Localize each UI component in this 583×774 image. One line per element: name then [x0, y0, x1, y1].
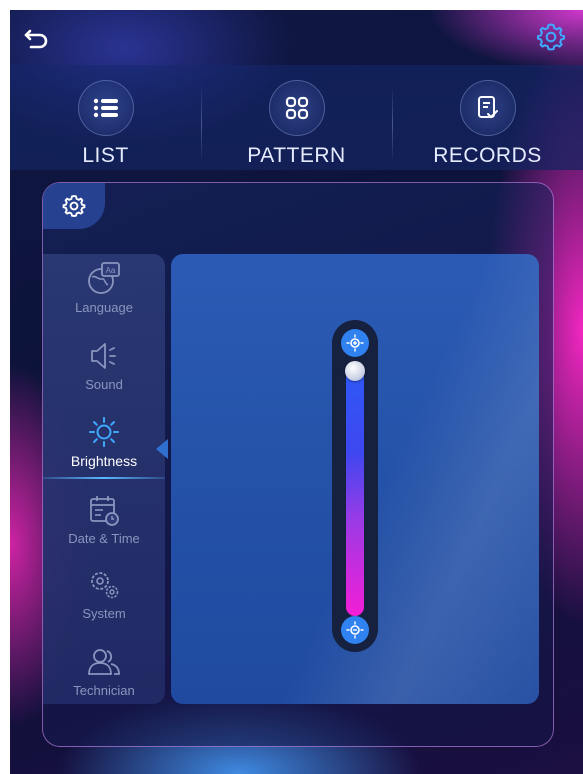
- brightness-down-icon: [346, 621, 364, 639]
- language-icon: Aa: [85, 260, 123, 298]
- main-tab-bar: LIST PATTERN RECORDS: [10, 65, 583, 170]
- sidebar-item-language[interactable]: Aa Language: [43, 256, 165, 331]
- gear-icon: [537, 23, 565, 51]
- sidebar-item-system[interactable]: System: [43, 562, 165, 637]
- brightness-slider-handle[interactable]: [345, 361, 365, 381]
- top-bar: [10, 10, 583, 65]
- active-pointer: [156, 439, 168, 459]
- records-icon: [459, 80, 516, 136]
- sidebar-item-label: Brightness: [70, 453, 138, 469]
- tab-pattern[interactable]: PATTERN: [201, 65, 392, 170]
- back-button[interactable]: [22, 22, 54, 52]
- tab-records[interactable]: RECORDS: [392, 65, 583, 170]
- list-icon: [77, 80, 134, 136]
- settings-header: [43, 183, 105, 229]
- sidebar-item-date-time[interactable]: Date & Time: [43, 487, 165, 562]
- tab-pattern-label: PATTERN: [247, 144, 346, 167]
- sidebar-item-label: Language: [75, 300, 133, 315]
- settings-sidebar: Aa Language Sound Brightness Date & Time…: [43, 254, 165, 704]
- sidebar-item-label: Date & Time: [68, 531, 140, 546]
- users-icon: [85, 643, 123, 681]
- sidebar-item-label: Technician: [73, 683, 135, 698]
- sidebar-item-sound[interactable]: Sound: [43, 333, 165, 408]
- app-screen: LIST PATTERN RECORDS Aa Language Sound B…: [10, 10, 583, 774]
- brightness-up-icon: [346, 334, 364, 352]
- back-arrow-icon: [24, 29, 48, 49]
- sidebar-item-label: Sound: [85, 377, 123, 392]
- settings-button[interactable]: [536, 22, 566, 52]
- gear-icon: [62, 195, 86, 217]
- sidebar-item-label: System: [82, 606, 126, 621]
- tab-list[interactable]: LIST: [10, 65, 201, 170]
- brightness-slider[interactable]: [332, 320, 378, 652]
- brightness-increase-button[interactable]: [341, 329, 369, 357]
- svg-text:Aa: Aa: [106, 266, 116, 275]
- grid-icon: [268, 80, 325, 136]
- sidebar-item-technician[interactable]: Technician: [43, 639, 165, 714]
- brightness-decrease-button[interactable]: [341, 616, 369, 644]
- gears-icon: [85, 566, 123, 604]
- sun-icon: [85, 413, 123, 451]
- active-indicator: [43, 477, 165, 479]
- brightness-level-fill: [346, 366, 364, 616]
- tab-list-label: LIST: [82, 144, 129, 167]
- tab-records-label: RECORDS: [433, 144, 542, 167]
- calendar-icon: [85, 491, 123, 529]
- speaker-icon: [85, 337, 123, 375]
- sidebar-item-brightness[interactable]: Brightness: [43, 409, 165, 484]
